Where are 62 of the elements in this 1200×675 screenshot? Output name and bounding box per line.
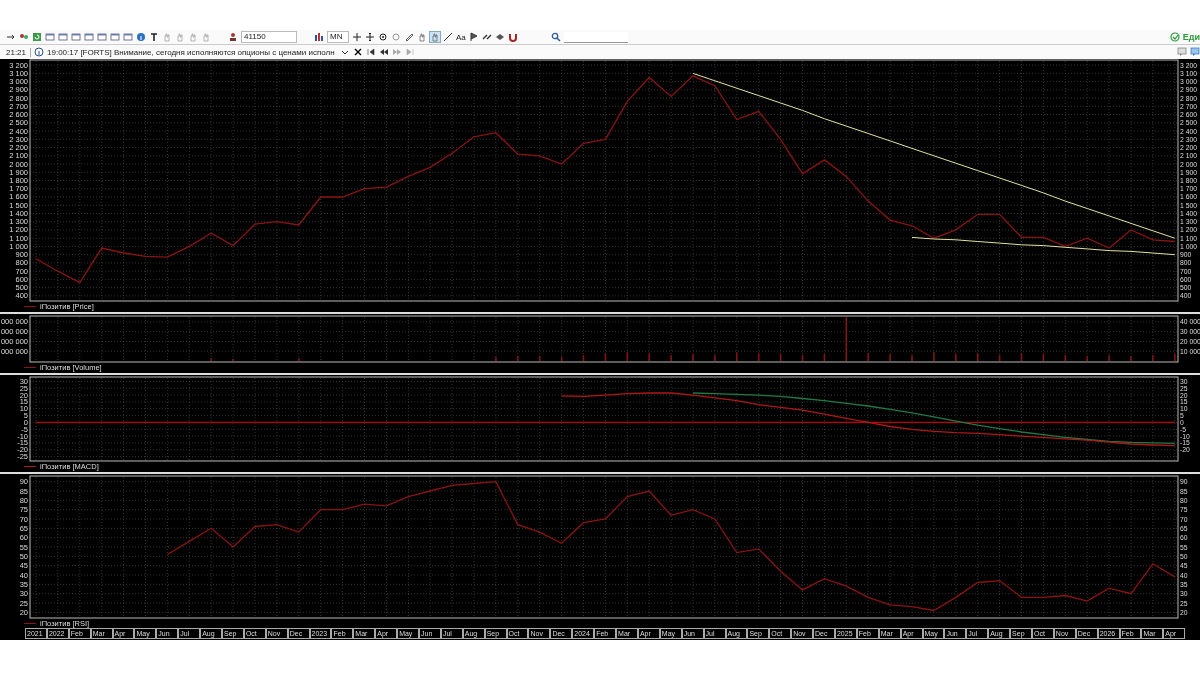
volume-bar bbox=[1042, 354, 1045, 361]
plus-icon[interactable] bbox=[352, 32, 362, 42]
window-icon[interactable] bbox=[123, 32, 133, 42]
info-icon[interactable] bbox=[136, 32, 146, 42]
arrow-icon[interactable] bbox=[6, 32, 16, 42]
volume-bar bbox=[582, 355, 585, 361]
checkmark-icon[interactable] bbox=[1169, 32, 1180, 42]
volume-bar bbox=[998, 355, 1001, 361]
legend-line bbox=[24, 366, 36, 369]
flag-icon[interactable] bbox=[468, 32, 479, 42]
volume-bar bbox=[626, 352, 629, 361]
text-tool[interactable]: Aa bbox=[456, 32, 466, 42]
chat-icon[interactable] bbox=[1177, 47, 1187, 57]
hand-icon[interactable] bbox=[417, 32, 427, 42]
volume-bar bbox=[560, 357, 563, 361]
window-icon[interactable] bbox=[45, 32, 55, 42]
timeframe-dropdown[interactable]: MN bbox=[327, 31, 349, 43]
volume-bar bbox=[976, 353, 979, 361]
volume-bar bbox=[823, 354, 826, 361]
target-icon[interactable] bbox=[378, 32, 388, 42]
hand-icon[interactable] bbox=[188, 32, 198, 42]
volume-bar bbox=[1020, 353, 1023, 361]
volume-bar bbox=[779, 354, 782, 361]
search-icon[interactable] bbox=[550, 32, 561, 42]
hand-icon[interactable] bbox=[175, 32, 185, 42]
people-icon[interactable] bbox=[19, 32, 29, 42]
line-icon[interactable] bbox=[443, 32, 453, 42]
hand-icon[interactable] bbox=[201, 32, 211, 42]
legend-line bbox=[24, 465, 36, 468]
text-icon[interactable] bbox=[149, 32, 159, 42]
volume-bar bbox=[757, 353, 760, 361]
volume-bar bbox=[801, 355, 804, 361]
first-icon[interactable] bbox=[365, 47, 376, 57]
arrows-icon[interactable] bbox=[481, 32, 492, 42]
person-icon[interactable] bbox=[228, 32, 238, 42]
move-icon[interactable] bbox=[365, 32, 375, 42]
legend-line bbox=[24, 305, 36, 308]
volume-bar bbox=[1064, 355, 1067, 361]
rewind-icon[interactable] bbox=[378, 47, 389, 57]
window-icon[interactable] bbox=[97, 32, 107, 42]
window-icon[interactable] bbox=[110, 32, 120, 42]
volume-bar bbox=[604, 353, 607, 361]
window-icon[interactable] bbox=[84, 32, 94, 42]
volume-bar bbox=[538, 356, 541, 361]
account-label[interactable]: Еди bbox=[1182, 32, 1200, 42]
trend-line[interactable] bbox=[911, 236, 1176, 256]
refresh-icon[interactable] bbox=[32, 32, 42, 42]
magnet-icon[interactable] bbox=[507, 32, 518, 42]
close-icon[interactable] bbox=[352, 47, 363, 57]
window-icon[interactable] bbox=[71, 32, 81, 42]
search-field[interactable] bbox=[563, 31, 628, 43]
chat-icon[interactable] bbox=[1190, 47, 1200, 57]
layers-icon[interactable] bbox=[494, 32, 505, 42]
legend-line bbox=[24, 622, 36, 625]
bar-chart-icon[interactable] bbox=[314, 32, 324, 42]
clock-time: 21:21 bbox=[6, 47, 32, 57]
volume-bar bbox=[845, 317, 848, 361]
last-icon[interactable] bbox=[404, 47, 415, 57]
news-message[interactable]: 19:00:17 [FORTS] Внимание, сегодня исполняются опционы с ценами исполн bbox=[47, 47, 337, 57]
window-icon[interactable] bbox=[58, 32, 68, 42]
ruler-icon[interactable] bbox=[404, 32, 414, 42]
security-field[interactable]: 41150 bbox=[241, 31, 297, 43]
